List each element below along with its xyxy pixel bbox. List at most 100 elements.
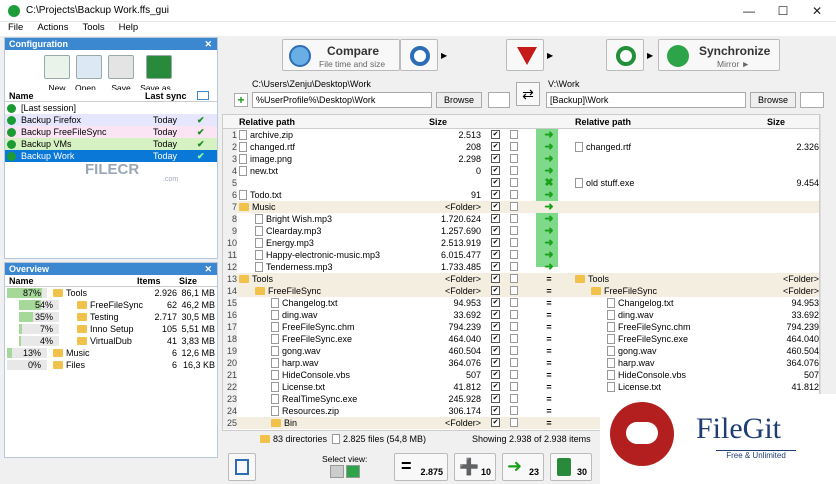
table-row[interactable]: 22 License.txt 41.812 ✔ = License.txt 41.812 bbox=[223, 381, 819, 393]
table-row[interactable]: 8 Bright Wish.mp3 1.720.624 ✔ ➜ bbox=[223, 213, 819, 225]
table-row[interactable]: 2 changed.rtf 208 ✔ ➜ changed.rtf 2.326 bbox=[223, 141, 819, 153]
sync-right-icon[interactable]: ➜ bbox=[541, 201, 557, 213]
left-col-size[interactable]: Size bbox=[429, 115, 447, 129]
include-checkbox[interactable]: ✔ bbox=[491, 178, 500, 187]
equal-icon[interactable]: = bbox=[541, 333, 557, 345]
include-checkbox[interactable]: ✔ bbox=[491, 286, 500, 295]
right-browse-button[interactable]: Browse bbox=[750, 92, 796, 108]
overview-row[interactable]: 7% Inno Setup 105 5,51 MB bbox=[5, 323, 217, 335]
table-row[interactable]: 9 Clearday.mp3 1.257.690 ✔ ➜ bbox=[223, 225, 819, 237]
equal-icon[interactable]: = bbox=[541, 297, 557, 309]
include-checkbox[interactable]: ✔ bbox=[491, 214, 500, 223]
columns-icon[interactable] bbox=[197, 91, 209, 100]
col-name[interactable]: Name bbox=[9, 275, 34, 287]
sync-right-icon[interactable]: ➜ bbox=[541, 165, 557, 177]
overview-row[interactable]: 0% Files 6 16,3 KB bbox=[5, 359, 217, 371]
right-col-path[interactable]: Relative path bbox=[575, 115, 631, 129]
equal-icon[interactable]: = bbox=[541, 405, 557, 417]
table-row[interactable]: 11 Happy-electronic-music.mp3 6.015.477 ✔ ➜ bbox=[223, 249, 819, 261]
include-checkbox[interactable]: ✔ bbox=[491, 322, 500, 331]
add-folder-pair-button[interactable]: + bbox=[234, 93, 248, 107]
create-filter-button[interactable]: ➕ 10 bbox=[454, 453, 496, 481]
sync-right-icon[interactable]: ➜ bbox=[541, 237, 557, 249]
include-checkbox[interactable]: ✔ bbox=[491, 346, 500, 355]
include-checkbox[interactable]: ✔ bbox=[491, 202, 500, 211]
menu-tools[interactable]: Tools bbox=[82, 22, 104, 33]
view-action-button[interactable] bbox=[346, 465, 360, 478]
include-checkbox[interactable]: ✔ bbox=[491, 142, 500, 151]
minimize-button[interactable]: — bbox=[732, 0, 766, 22]
delete-filter-button[interactable]: 30 bbox=[550, 453, 592, 481]
col-last-sync[interactable]: Last sync bbox=[145, 90, 187, 102]
equal-icon[interactable]: = bbox=[541, 273, 557, 285]
include-checkbox[interactable]: ✔ bbox=[491, 358, 500, 367]
chevron-right-icon[interactable]: ▶ bbox=[547, 51, 555, 60]
table-row[interactable]: 17 FreeFileSync.chm 794.239 ✔ = FreeFileSync.… bbox=[223, 321, 819, 333]
include-checkbox[interactable]: ✔ bbox=[491, 274, 500, 283]
col-items[interactable]: Items bbox=[137, 275, 161, 287]
equal-icon[interactable]: = bbox=[541, 321, 557, 333]
include-checkbox[interactable]: ✔ bbox=[491, 154, 500, 163]
table-row[interactable]: 19 gong.wav 460.504 ✔ = gong.wav 460.504 bbox=[223, 345, 819, 357]
session-row[interactable]: [Last session] bbox=[5, 102, 217, 114]
include-checkbox[interactable]: ✔ bbox=[491, 166, 500, 175]
table-row[interactable]: 21 HideConsole.vbs 507 ✔ = HideConsole.vbs 507 bbox=[223, 369, 819, 381]
include-checkbox[interactable]: ✔ bbox=[491, 334, 500, 343]
menu-file[interactable]: File bbox=[8, 22, 23, 33]
include-checkbox[interactable]: ✔ bbox=[491, 370, 500, 379]
equal-icon[interactable]: = bbox=[541, 393, 557, 405]
cloud-icon[interactable] bbox=[800, 92, 824, 108]
cloud-icon[interactable] bbox=[488, 92, 510, 108]
table-row[interactable]: 20 harp.wav 364.076 ✔ = harp.wav 364.076 bbox=[223, 357, 819, 369]
maximize-button[interactable]: ☐ bbox=[766, 0, 800, 22]
sync-right-icon[interactable]: ➜ bbox=[541, 129, 557, 141]
equal-icon[interactable]: = bbox=[541, 369, 557, 381]
table-row[interactable]: 7 Music <Folder> ✔ ➜ bbox=[223, 201, 819, 213]
table-row[interactable]: 14 FreeFileSync <Folder> ✔ = FreeFileSync <Fol… bbox=[223, 285, 819, 297]
equal-icon[interactable]: = bbox=[541, 309, 557, 321]
close-button[interactable]: ✕ bbox=[800, 0, 834, 22]
compare-settings-button[interactable] bbox=[400, 39, 438, 71]
table-row[interactable]: 5 ✔ ✖ old stuff.exe 9.454 bbox=[223, 177, 819, 189]
table-row[interactable]: 15 Changelog.txt 94.953 ✔ = Changelog.txt 94.9… bbox=[223, 297, 819, 309]
include-checkbox[interactable]: ✔ bbox=[491, 250, 500, 259]
col-name[interactable]: Name bbox=[9, 90, 34, 102]
equal-icon[interactable]: = bbox=[541, 381, 557, 393]
include-checkbox[interactable]: ✔ bbox=[491, 130, 500, 139]
table-row[interactable]: 4 new.txt 0 ✔ ➜ bbox=[223, 165, 819, 177]
include-checkbox[interactable]: ✔ bbox=[491, 226, 500, 235]
right-col-size[interactable]: Size bbox=[767, 115, 785, 129]
overview-row[interactable]: 4% VirtualDub 41 3,83 MB bbox=[5, 335, 217, 347]
view-category-button[interactable] bbox=[330, 465, 344, 478]
include-checkbox[interactable]: ✔ bbox=[491, 382, 500, 391]
close-icon[interactable]: ✕ bbox=[204, 263, 212, 275]
equal-filter-button[interactable]: = 2.875 bbox=[394, 453, 448, 481]
overview-row[interactable]: 13% Music 6 12,6 MB bbox=[5, 347, 217, 359]
swap-sides-button[interactable]: ⇄ bbox=[516, 82, 540, 106]
menu-actions[interactable]: Actions bbox=[37, 22, 68, 33]
include-checkbox[interactable]: ✔ bbox=[491, 298, 500, 307]
overview-row[interactable]: 87% Tools 2.926 86,1 MB bbox=[5, 287, 217, 299]
table-row[interactable]: 1 archive.zip 2.513 ✔ ➜ bbox=[223, 129, 819, 141]
include-checkbox[interactable]: ✔ bbox=[491, 262, 500, 271]
session-row[interactable]: Backup FreeFileSync Today ✔ bbox=[5, 126, 217, 138]
include-checkbox[interactable]: ✔ bbox=[491, 238, 500, 247]
session-row[interactable]: Backup VMs Today ✔ bbox=[5, 138, 217, 150]
sync-right-icon[interactable]: ➜ bbox=[541, 153, 557, 165]
sync-right-icon[interactable]: ➜ bbox=[541, 213, 557, 225]
sync-right-icon[interactable]: ➜ bbox=[541, 225, 557, 237]
update-filter-button[interactable]: ➜ 23 bbox=[502, 453, 544, 481]
vertical-scrollbar[interactable] bbox=[820, 114, 832, 430]
include-checkbox[interactable]: ✔ bbox=[491, 394, 500, 403]
table-row[interactable]: 18 FreeFileSync.exe 464.040 ✔ = FreeFileSync.… bbox=[223, 333, 819, 345]
table-row[interactable]: 6 Todo.txt 91 ✔ ➜ bbox=[223, 189, 819, 201]
table-row[interactable]: 3 image.png 2.298 ✔ ➜ bbox=[223, 153, 819, 165]
menu-help[interactable]: Help bbox=[119, 22, 139, 33]
sync-right-icon[interactable]: ➜ bbox=[541, 189, 557, 201]
sync-right-icon[interactable]: ➜ bbox=[541, 141, 557, 153]
include-checkbox[interactable]: ✔ bbox=[491, 190, 500, 199]
view-list-button[interactable] bbox=[228, 453, 256, 481]
sync-right-icon[interactable]: ➜ bbox=[541, 261, 557, 273]
include-checkbox[interactable]: ✔ bbox=[491, 406, 500, 415]
compare-button[interactable]: Compare File time and size bbox=[282, 39, 400, 71]
